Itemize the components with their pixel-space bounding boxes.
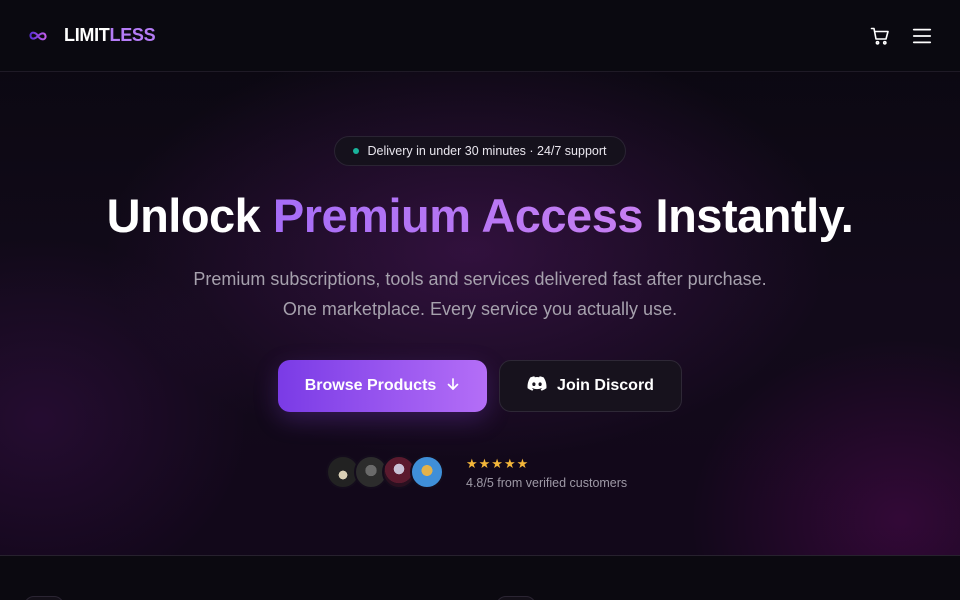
avatar (410, 455, 444, 489)
headline-part1: Unlock (106, 189, 273, 242)
delivery-badge-text: Delivery in under 30 minutes · 24/7 supp… (367, 144, 607, 158)
customer-rating: ★★★★★ 4.8/5 from verified customers (466, 456, 628, 491)
brand-name-part1: LIMIT (64, 25, 110, 45)
brand-name-part2: LESS (109, 25, 156, 45)
hero-subheading: Premium subscriptions, tools and service… (193, 269, 767, 319)
rating-text: 4.8/5 from verified customers (466, 476, 628, 490)
delivery-badge: Delivery in under 30 minutes · 24/7 supp… (334, 136, 626, 166)
navbar: LIMITLESS (0, 0, 960, 72)
headline-highlight: Premium Access (272, 189, 644, 242)
next-section-chip (496, 596, 536, 600)
headline-part2: Instantly. (642, 189, 854, 242)
infinity-icon (28, 30, 48, 42)
customer-avatars (326, 455, 446, 489)
brand[interactable]: LIMITLESS (28, 25, 156, 46)
star-rating-icon: ★★★★★ (466, 456, 530, 471)
next-section-chip (24, 596, 64, 600)
cart-icon[interactable] (870, 26, 890, 46)
landing-page: LIMITLESS Delivery in under 30 minutes ·… (0, 0, 960, 600)
nav-actions (870, 26, 932, 46)
next-section (0, 556, 960, 600)
browse-products-button[interactable]: Browse Products (278, 360, 487, 412)
hero-headline: Unlock Premium Access Instantly. (0, 188, 960, 244)
join-discord-label: Join Discord (557, 377, 654, 394)
hero-section: Delivery in under 30 minutes · 24/7 supp… (0, 72, 960, 555)
hamburger-menu-icon[interactable] (912, 26, 932, 46)
arrow-down-icon (446, 377, 460, 396)
join-discord-button[interactable]: Join Discord (499, 360, 682, 412)
brand-name: LIMITLESS (64, 25, 156, 46)
status-dot (353, 148, 360, 154)
discord-icon (527, 375, 547, 397)
browse-products-label: Browse Products (304, 377, 437, 394)
